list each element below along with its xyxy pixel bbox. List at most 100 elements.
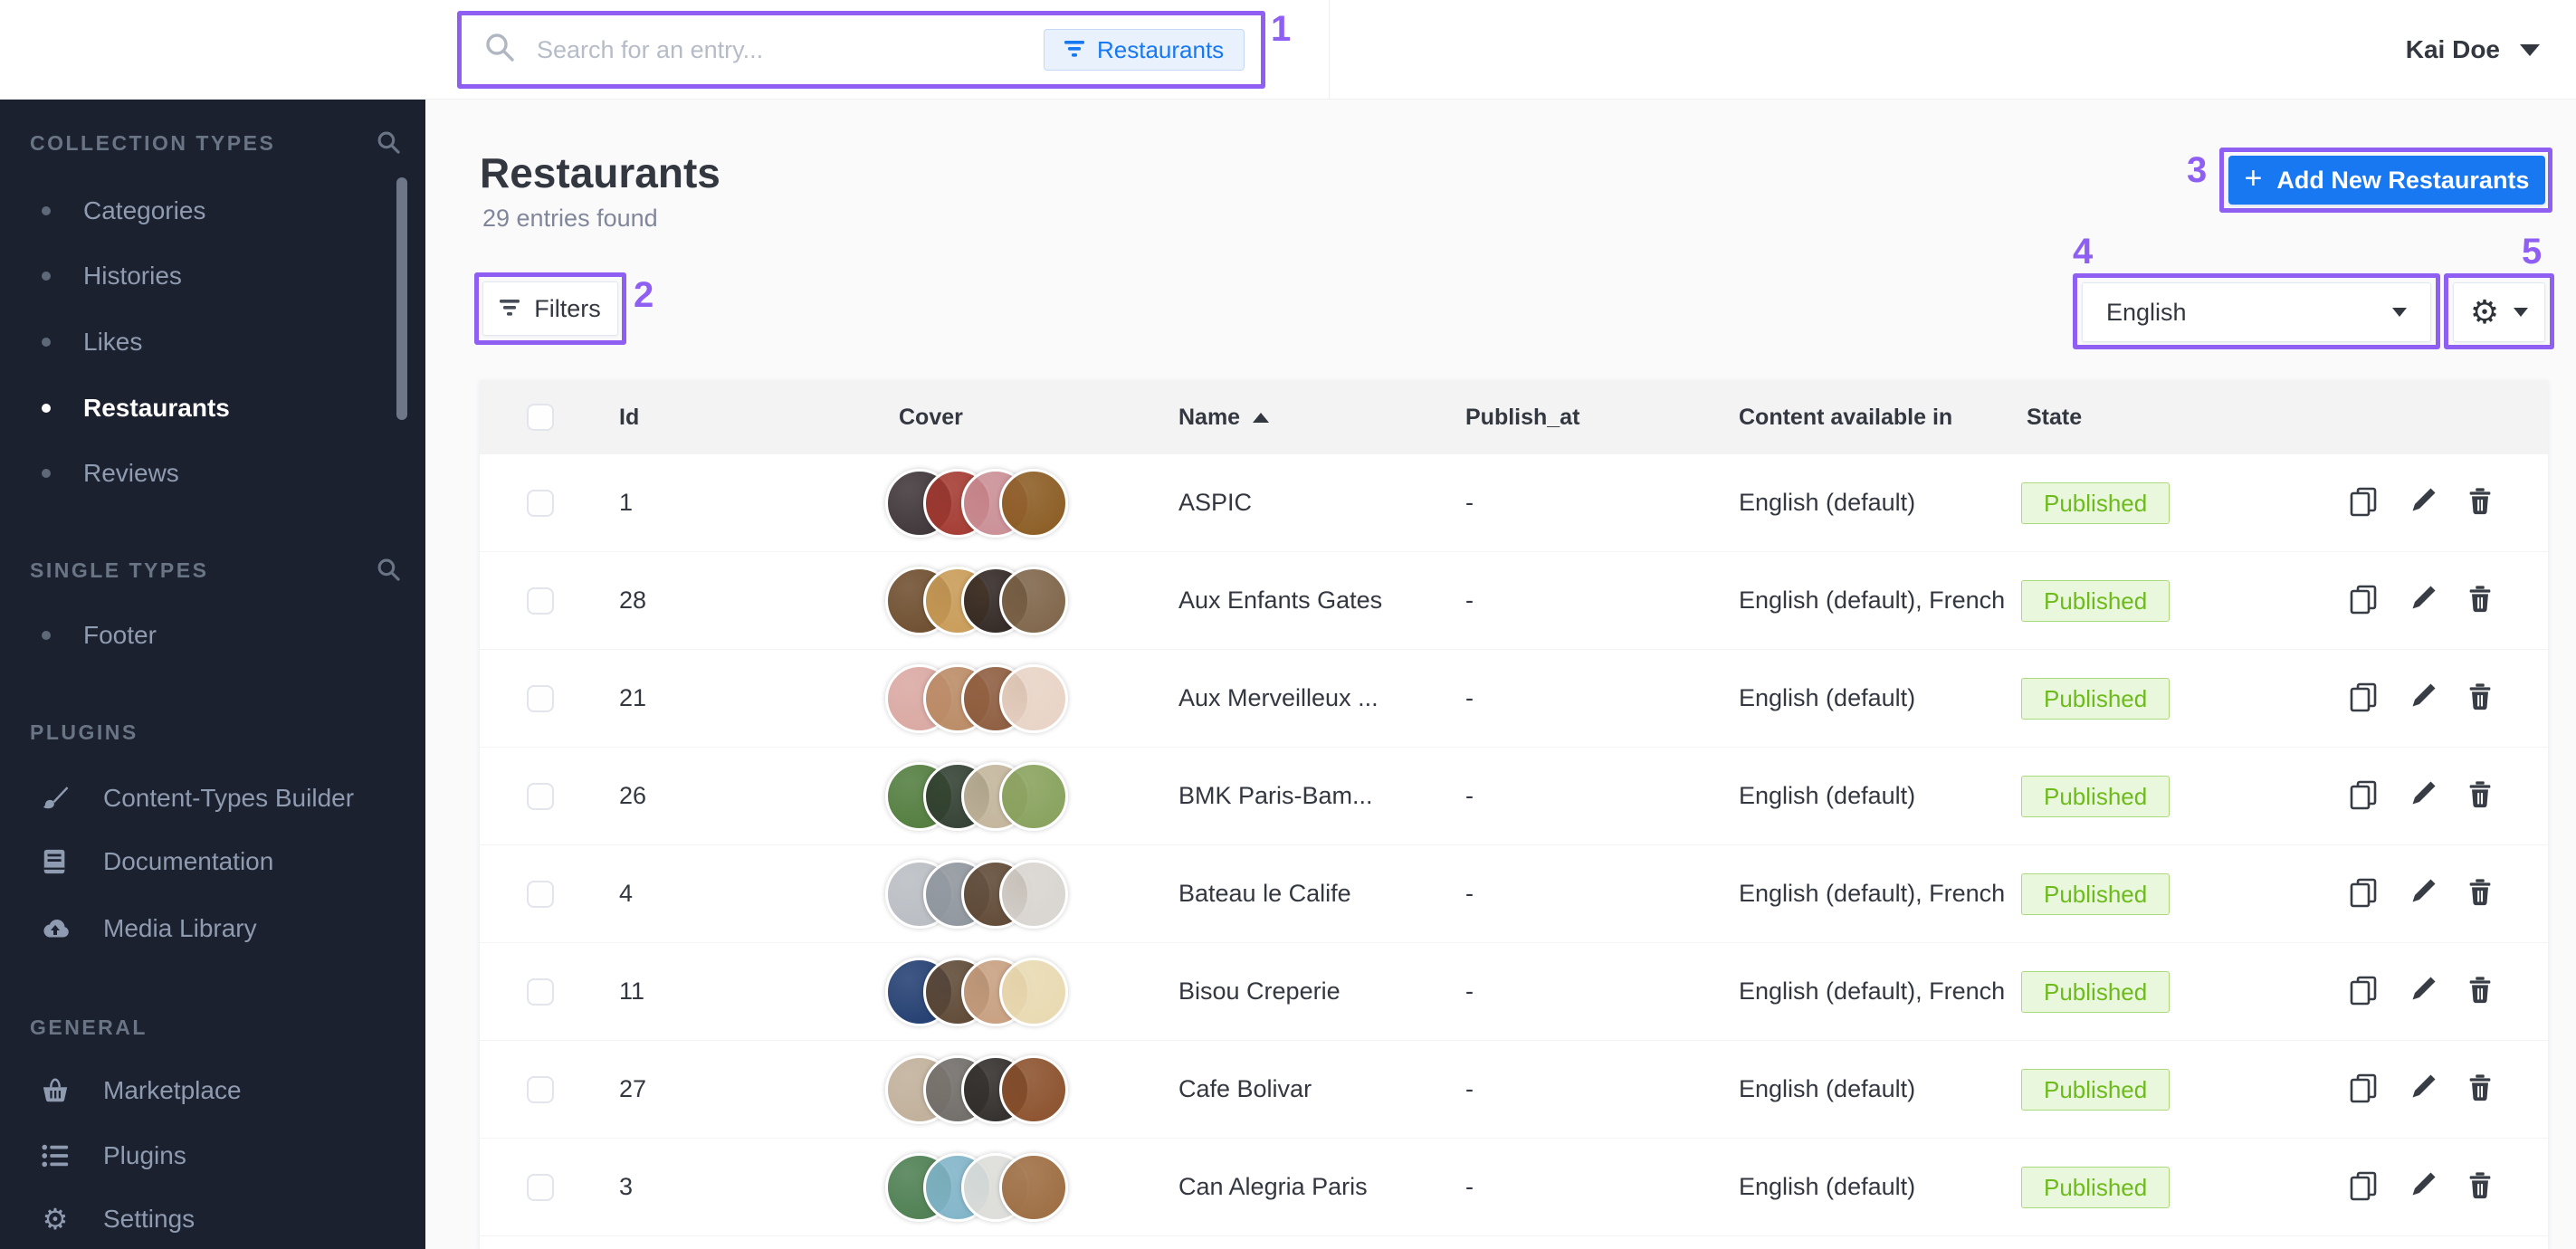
add-new-restaurants-button[interactable]: + Add New Restaurants: [2228, 156, 2545, 205]
sidebar-scrollbar[interactable]: [396, 177, 407, 420]
table-row[interactable]: 11Bisou Creperie-English (default), Fren…: [480, 943, 2548, 1041]
chevron-down-icon: [2392, 308, 2407, 317]
sidebar-item-documentation[interactable]: Documentation: [0, 836, 425, 887]
locale-select[interactable]: English: [2082, 282, 2431, 342]
sidebar-item-reviews[interactable]: Reviews: [0, 448, 425, 499]
filter-icon: [1064, 36, 1084, 64]
row-checkbox[interactable]: [527, 587, 554, 615]
column-header-cover[interactable]: Cover: [899, 380, 963, 454]
delete-button[interactable]: [2465, 975, 2495, 1008]
sidebar-item-content-types-builder[interactable]: Content-Types Builder: [0, 773, 425, 824]
edit-button[interactable]: [2407, 779, 2438, 813]
duplicate-button[interactable]: [2347, 583, 2380, 618]
row-checkbox[interactable]: [527, 685, 554, 712]
cell-cover: [885, 552, 1068, 649]
filters-button[interactable]: Filters: [482, 281, 618, 336]
row-checkbox[interactable]: [527, 881, 554, 908]
cell-publish-at: -: [1465, 1139, 1474, 1235]
sidebar-item-categories[interactable]: Categories: [0, 186, 425, 236]
chevron-down-icon: [2520, 44, 2540, 56]
table-row[interactable]: 4Bateau le Calife-English (default), Fre…: [480, 845, 2548, 943]
entries-table: Id Cover Name Publish_at Content availab…: [480, 380, 2548, 1249]
copy-icon: [2347, 583, 2380, 618]
duplicate-button[interactable]: [2347, 1072, 2380, 1107]
trash-icon: [2465, 975, 2495, 1008]
cover-thumbnail: [999, 958, 1068, 1026]
sidebar-item-label: Media Library: [103, 914, 257, 943]
duplicate-button[interactable]: [2347, 974, 2380, 1009]
edit-button[interactable]: [2407, 486, 2438, 520]
trash-icon: [2465, 584, 2495, 617]
sidebar-item-restaurants[interactable]: Restaurants: [0, 383, 425, 434]
table-row[interactable]: 26BMK Paris-Bam...-English (default)Publ…: [480, 748, 2548, 845]
table-row[interactable]: 3Can Alegria Paris-English (default)Publ…: [480, 1139, 2548, 1236]
sidebar-item-label: Likes: [83, 328, 142, 357]
duplicate-button[interactable]: [2347, 1169, 2380, 1205]
delete-button[interactable]: [2465, 682, 2495, 715]
delete-button[interactable]: [2465, 486, 2495, 520]
table-row[interactable]: 28Aux Enfants Gates-English (default), F…: [480, 552, 2548, 650]
gear-icon: ⚙: [40, 1204, 71, 1235]
sidebar-item-footer[interactable]: Footer: [0, 610, 425, 661]
section-label: SINGLE TYPES: [30, 558, 208, 583]
cell-id: 26: [619, 748, 646, 844]
table-row[interactable]: 1ASPIC-English (default)Published: [480, 454, 2548, 552]
row-actions: [2347, 943, 2495, 1040]
sidebar-item-plugins[interactable]: Plugins: [0, 1130, 425, 1181]
edit-button[interactable]: [2407, 975, 2438, 1008]
sidebar-item-media-library[interactable]: Media Library: [0, 903, 425, 954]
duplicate-button[interactable]: [2347, 876, 2380, 911]
row-checkbox[interactable]: [527, 783, 554, 810]
duplicate-button[interactable]: [2347, 778, 2380, 814]
delete-button[interactable]: [2465, 1073, 2495, 1106]
sidebar-item-marketplace[interactable]: Marketplace: [0, 1065, 425, 1116]
edit-button[interactable]: [2407, 584, 2438, 617]
user-menu[interactable]: Kai Doe: [2406, 0, 2540, 100]
edit-button[interactable]: [2407, 877, 2438, 911]
cover-thumbnail: [999, 1153, 1068, 1222]
search-content-type-chip[interactable]: Restaurants: [1044, 29, 1245, 71]
duplicate-button[interactable]: [2347, 485, 2380, 520]
delete-button[interactable]: [2465, 877, 2495, 911]
delete-button[interactable]: [2465, 779, 2495, 813]
column-header-publish-at[interactable]: Publish_at: [1465, 380, 1579, 454]
cover-thumbnail: [999, 1055, 1068, 1124]
cell-name: Bisou Creperie: [1178, 943, 1340, 1040]
sidebar-item-label: Histories: [83, 262, 182, 291]
cell-id: 3: [619, 1139, 633, 1235]
row-checkbox[interactable]: [527, 1076, 554, 1103]
row-checkbox[interactable]: [527, 1174, 554, 1201]
search-icon[interactable]: [377, 558, 402, 588]
bullet-dot-icon: [42, 272, 51, 281]
row-checkbox[interactable]: [527, 978, 554, 1006]
table-body: 1ASPIC-English (default)Published28Aux E…: [480, 454, 2548, 1236]
duplicate-button[interactable]: [2347, 681, 2380, 716]
table-row[interactable]: 21Aux Merveilleux ...-English (default)P…: [480, 650, 2548, 748]
trash-icon: [2465, 877, 2495, 911]
section-label: COLLECTION TYPES: [30, 131, 275, 156]
edit-button[interactable]: [2407, 1170, 2438, 1204]
select-all-checkbox[interactable]: [527, 404, 554, 431]
column-header-id[interactable]: Id: [619, 380, 639, 454]
row-actions: [2347, 1041, 2495, 1138]
copy-icon: [2347, 974, 2380, 1009]
delete-button[interactable]: [2465, 1170, 2495, 1204]
column-header-available[interactable]: Content available in: [1739, 380, 1952, 454]
table-row[interactable]: 27Cafe Bolivar-English (default)Publishe…: [480, 1041, 2548, 1139]
column-header-state[interactable]: State: [2027, 380, 2082, 454]
search-placeholder: Search for an entry...: [537, 36, 763, 64]
sidebar-item-likes[interactable]: Likes: [0, 317, 425, 367]
delete-button[interactable]: [2465, 584, 2495, 617]
row-checkbox[interactable]: [527, 490, 554, 517]
sidebar-item-histories[interactable]: Histories: [0, 251, 425, 301]
edit-button[interactable]: [2407, 1073, 2438, 1106]
gear-icon: ⚙: [2470, 296, 2499, 329]
view-settings-button[interactable]: ⚙: [2453, 282, 2545, 342]
cell-locales: English (default): [1739, 650, 1915, 747]
column-header-name[interactable]: Name: [1178, 380, 1269, 454]
edit-button[interactable]: [2407, 682, 2438, 715]
row-actions: [2347, 845, 2495, 942]
entry-search-input[interactable]: Search for an entry...: [484, 0, 763, 100]
sidebar-item-settings[interactable]: ⚙ Settings: [0, 1194, 425, 1244]
search-icon[interactable]: [377, 130, 402, 161]
